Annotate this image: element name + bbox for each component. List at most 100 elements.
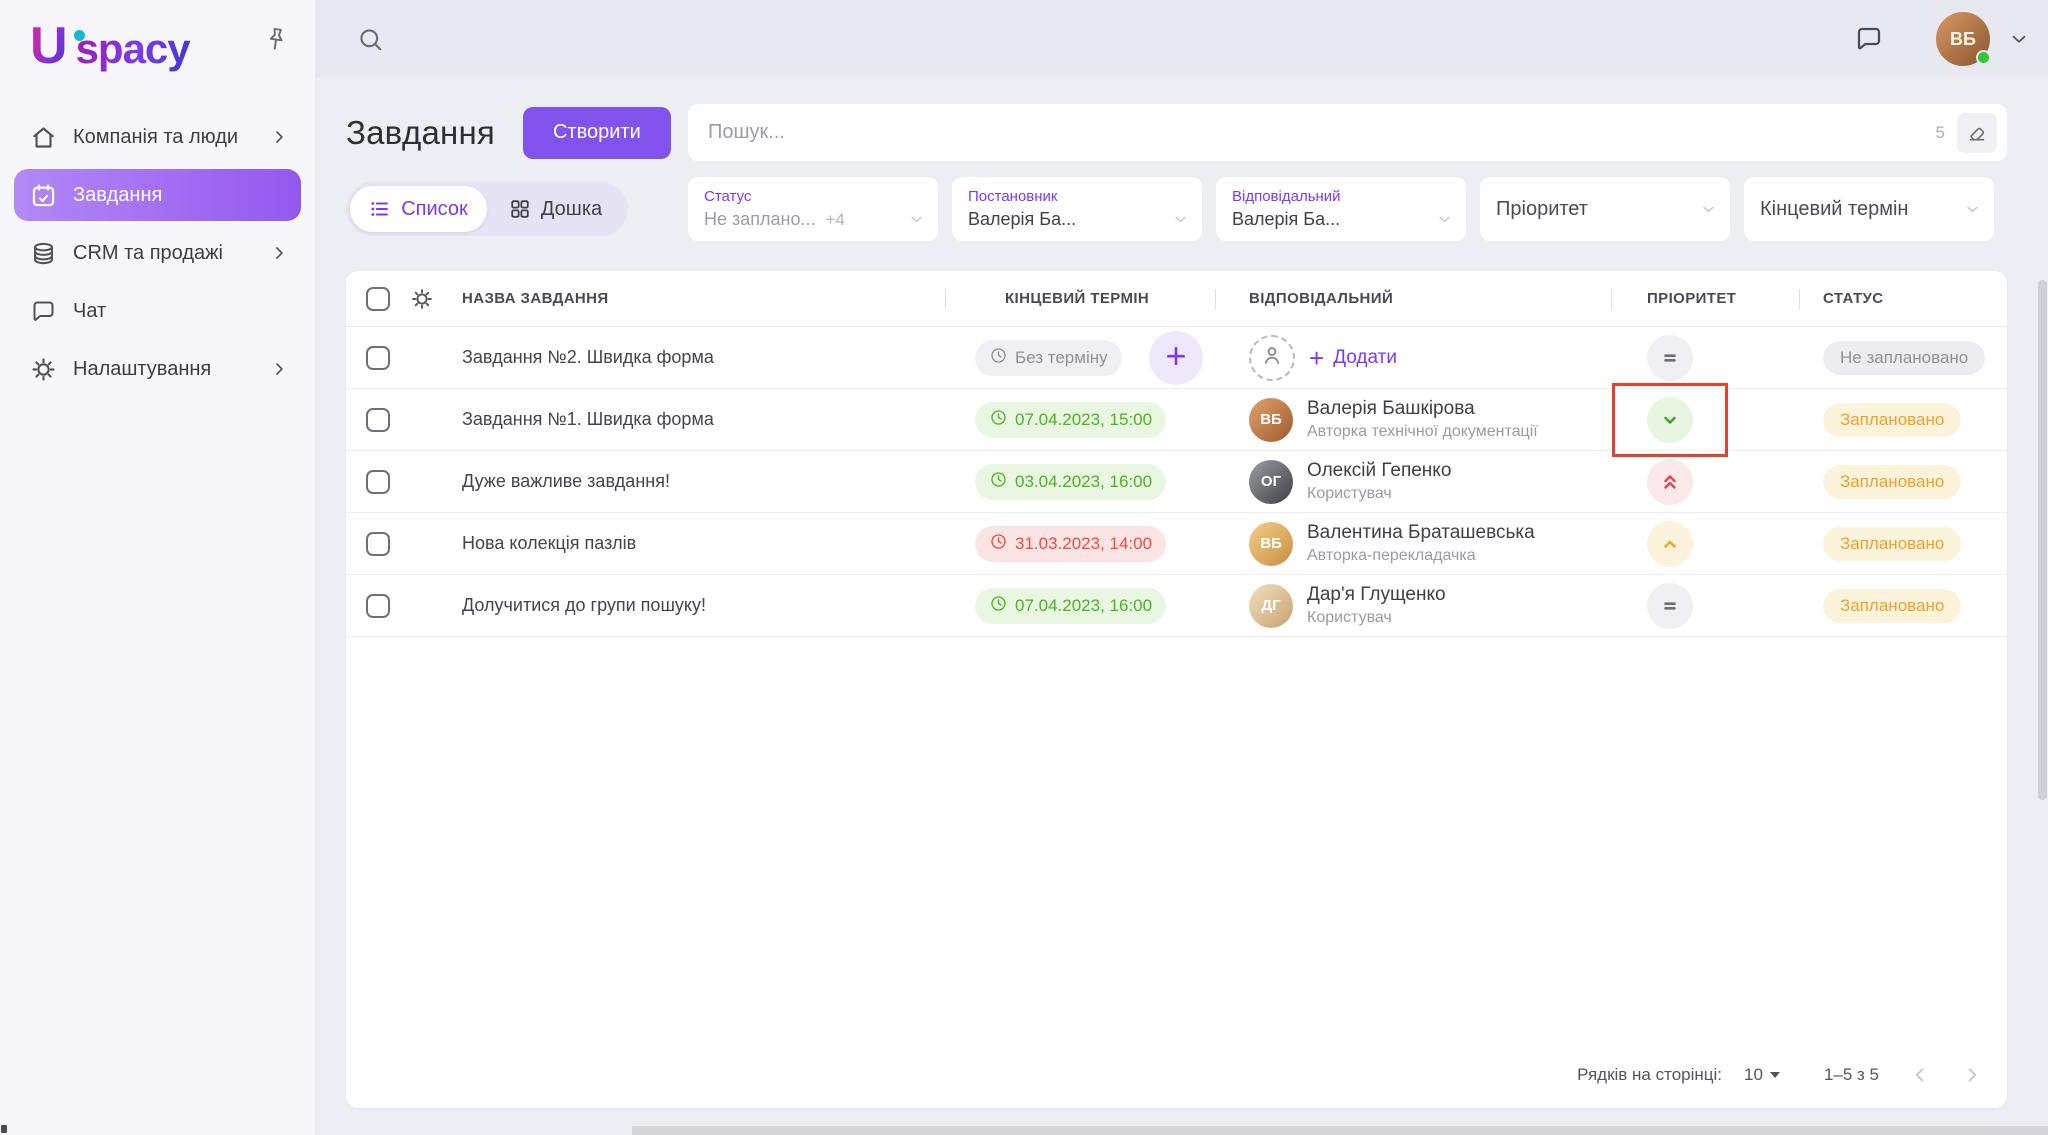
priority-button[interactable] [1647,520,1693,567]
sidebar-item-settings[interactable]: Налаштування [14,343,301,395]
search-icon[interactable] [356,25,385,54]
responsible-name[interactable]: Олексій Гепенко [1307,460,1451,482]
filter-value-row: Кінцевий термін [1760,186,1982,232]
quick-add-button[interactable]: + [1149,330,1203,385]
row-checkbox[interactable] [366,345,390,370]
chat-icon [30,298,57,325]
priority-button[interactable] [1612,382,1728,457]
filter-deadline[interactable]: Кінцевий термін [1744,177,1994,241]
row-checkbox-cell [366,575,410,636]
priority-button[interactable] [1647,334,1693,381]
sidebar-item-crm[interactable]: CRM та продажі [14,227,301,279]
chat-icon[interactable] [1854,24,1884,54]
status-badge[interactable]: Не заплановано [1823,340,1986,375]
table-row: Долучитися до групи пошуку! 07.04.2023, 1… [346,575,2007,637]
priority-cell [1611,327,1799,388]
pagination-range: 1–5 з 5 [1823,1065,1879,1084]
table-settings-gear-icon[interactable] [410,287,434,311]
filter-responsible[interactable]: Відповідальний Валерія Ба... [1216,177,1466,241]
row-checkbox[interactable] [366,593,390,618]
search-input[interactable] [708,121,1936,144]
page-scrollbar-thumb[interactable] [2038,280,2047,800]
filter-label: Відповідальний [1232,188,1341,205]
priority-button[interactable] [1647,458,1693,505]
user-avatar[interactable]: ВБ [1936,12,1991,66]
deadline-pill[interactable]: Без терміну [975,339,1122,376]
add-responsible-button[interactable]: + Додати [1309,345,1397,371]
sidebar-item-company[interactable]: Компанія та люди [14,111,301,163]
status-badge[interactable]: Заплановано [1823,526,1962,561]
responsible-name[interactable]: Дар'я Глущенко [1307,584,1446,606]
sidebar-item-tasks[interactable]: Завдання [14,169,301,221]
chevron-down-small-icon [907,210,926,229]
create-button[interactable]: Створити [522,106,671,159]
column-header-responsible: ВІДПОВІДАЛЬНИЙ [1249,290,1394,307]
column-header-status: СТАТУС [1823,290,1884,307]
task-name-cell: Долучитися до групи пошуку! [458,575,945,636]
deadline-pill[interactable]: 07.04.2023, 16:00 [975,587,1167,624]
filter-priority[interactable]: Пріоритет [1480,177,1730,241]
chevron-up-icon [1664,540,1676,548]
eraser-icon [1969,127,1985,140]
status-cell: Заплановано [1799,451,1987,512]
status-badge[interactable]: Заплановано [1823,402,1962,437]
task-name-cell: Завдання №1. Швидка форма [458,389,945,450]
filter-label: Кінцевий термін [1760,197,1909,220]
task-name-cell: Дуже важливе завдання! [458,451,945,512]
row-spacer-cell [410,389,458,450]
uspacy-logo[interactable]: U spacy [30,20,191,73]
main-area: ВБ Завдання Створити 5 [316,0,2048,1135]
task-name[interactable]: Долучитися до групи пошуку! [462,595,706,616]
deadline-pill[interactable]: 03.04.2023, 16:00 [975,463,1167,500]
bottom-edge-strip [632,1126,2048,1135]
caret-down-icon [1769,1072,1780,1078]
filter-status[interactable]: Статус Не заплано... +4 [688,177,938,241]
row-checkbox[interactable] [366,407,390,432]
equals-icon [1664,353,1676,362]
sidebar-item-label: Компанія та люди [73,125,239,148]
responsible-name[interactable]: Валентина Браташевська [1307,522,1535,544]
pagination-prev-chevron-left-icon[interactable] [1909,1064,1931,1086]
pagination-next-chevron-right-icon[interactable] [1961,1064,1983,1086]
pin-sidebar-icon[interactable] [263,26,289,57]
avatar: ДГ [1249,583,1293,628]
status-badge[interactable]: Заплановано [1823,588,1962,623]
deadline-pill[interactable]: 31.03.2023, 14:00 [975,525,1167,562]
filter-creator[interactable]: Постановник Валерія Ба... [952,177,1202,241]
filter-value: Не заплано... [704,209,816,229]
responsible-name[interactable]: Валерія Башкірова [1307,398,1538,420]
clear-search-button[interactable] [1957,112,1997,153]
priority-button[interactable] [1647,582,1693,629]
view-toggle-list[interactable]: Список [350,186,487,232]
task-name-cell: Нова колекція пазлів [458,513,945,574]
rows-per-page-select[interactable]: 10 [1744,1065,1780,1085]
table-footer: Рядків на сторінці: 10 1–5 з 5 [346,1050,2007,1108]
deadline-text: 07.04.2023, 15:00 [1015,409,1153,429]
user-menu-chevron-down-icon[interactable] [2008,28,2030,50]
task-name[interactable]: Дуже важливе завдання! [462,471,670,492]
task-name[interactable]: Завдання №1. Швидка форма [462,409,714,430]
content: Завдання Створити 5 [316,78,2048,1135]
priority-cell [1611,575,1799,636]
sidebar-item-label: CRM та продажі [73,241,223,264]
filter-value-row: Валерія Ба... [1232,209,1454,230]
status-badge[interactable]: Заплановано [1823,464,1962,499]
row-checkbox[interactable] [366,531,390,556]
logo-text: spacy [75,25,191,72]
deadline-pill[interactable]: 07.04.2023, 15:00 [975,401,1167,438]
row-checkbox[interactable] [366,469,390,494]
task-name-cell: Завдання №2. Швидка форма [458,327,945,388]
rows-per-page-label: Рядків на сторінці: [1577,1065,1723,1084]
chevron-down-icon [1664,416,1676,424]
table-body: Завдання №2. Швидка форма Без терміну + + До… [346,327,2007,637]
chevron-down-small-icon [1435,210,1454,229]
priority-cell [1611,382,1799,457]
task-name[interactable]: Завдання №2. Швидка форма [462,347,714,368]
task-name[interactable]: Нова колекція пазлів [462,533,636,554]
select-all-checkbox[interactable] [366,286,390,311]
avatar-placeholder[interactable] [1249,334,1295,381]
sidebar-item-label: Чат [73,299,107,322]
sidebar-item-chat[interactable]: Чат [14,285,301,337]
logo-dot [74,30,85,41]
view-toggle-board[interactable]: Дошка [487,186,624,232]
